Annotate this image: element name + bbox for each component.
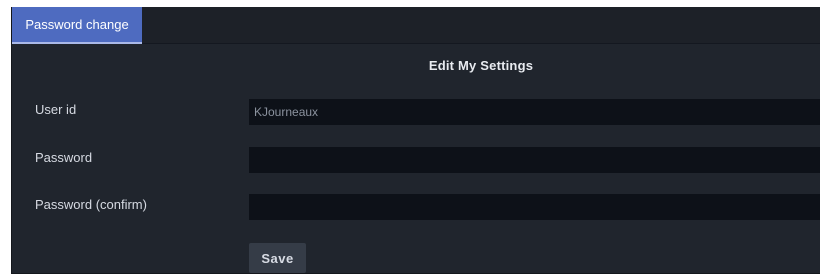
tab-password-change[interactable]: Password change [12,7,142,44]
user-id-field[interactable] [249,99,820,125]
password-confirm-field[interactable] [249,194,820,220]
form-title: Edit My Settings [428,58,534,73]
save-button[interactable]: Save [249,243,306,273]
user-id-label: User id [35,102,77,117]
tab-bar: Password change [12,7,820,44]
password-field[interactable] [249,147,820,173]
password-label: Password [35,150,93,165]
settings-panel: Password change Edit My Settings User id… [11,7,820,274]
password-confirm-label: Password (confirm) [35,197,147,212]
